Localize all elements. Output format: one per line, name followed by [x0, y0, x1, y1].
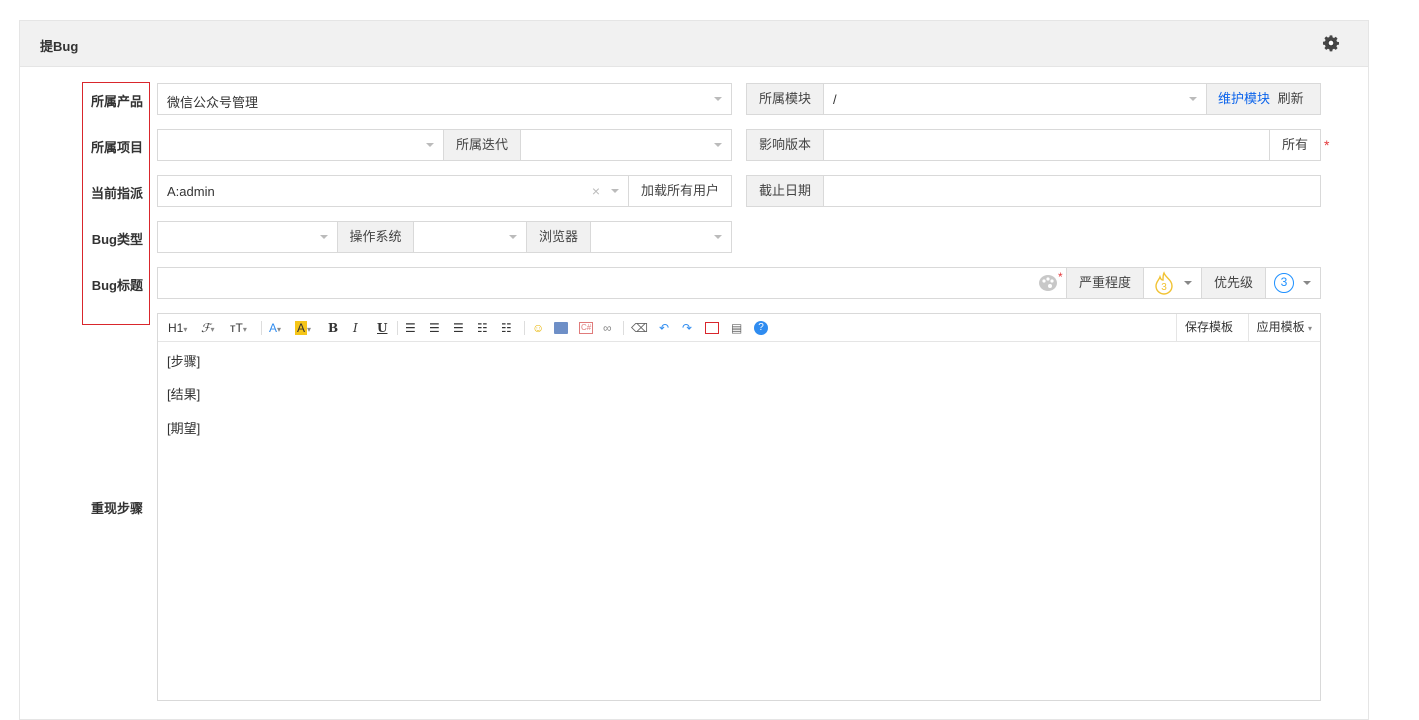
chevron-down-icon	[320, 235, 328, 239]
bug-title-input[interactable]	[157, 267, 1067, 299]
font-family-button[interactable]: ℱ▾	[201, 320, 214, 336]
browser-select[interactable]	[590, 221, 732, 253]
help-icon[interactable]: ?	[754, 321, 768, 335]
editor-line: [结果]	[167, 387, 201, 402]
assign-label: 当前指派	[90, 186, 143, 201]
chevron-down-icon	[509, 235, 517, 239]
align-left-icon[interactable]: ☰	[405, 320, 416, 336]
image-icon[interactable]	[554, 322, 568, 334]
priority-badge: 3	[1274, 273, 1294, 293]
product-value: 微信公众号管理	[167, 95, 259, 110]
priority-select[interactable]: 3	[1265, 267, 1321, 299]
chevron-down-icon	[611, 189, 619, 193]
steps-label: 重现步骤	[90, 501, 143, 516]
bug-type-label: Bug类型	[91, 232, 143, 247]
version-select[interactable]	[823, 129, 1270, 161]
os-select[interactable]	[413, 221, 527, 253]
bug-type-select[interactable]	[157, 221, 338, 253]
bold-button[interactable]: B	[328, 320, 338, 336]
underline-button[interactable]: U	[377, 320, 387, 336]
ordered-list-icon[interactable]: ☷	[477, 320, 488, 336]
bug-title-label: Bug标题	[91, 278, 143, 293]
severity-addon: 严重程度	[1066, 267, 1144, 299]
browser-addon: 浏览器	[526, 221, 591, 253]
chevron-down-icon	[714, 235, 722, 239]
priority-addon: 优先级	[1201, 267, 1266, 299]
assign-select[interactable]: A:admin ×	[157, 175, 629, 207]
load-all-users-button[interactable]: 加载所有用户	[628, 175, 732, 207]
project-select[interactable]	[157, 129, 444, 161]
background-color-button[interactable]: A ▾	[295, 320, 311, 336]
flame-icon: 3	[1155, 271, 1173, 295]
version-all-button[interactable]: 所有	[1269, 129, 1321, 161]
module-addon: 所属模块	[746, 83, 824, 115]
chevron-down-icon	[426, 143, 434, 147]
chevron-down-icon	[1184, 281, 1192, 285]
editor-toolbar: H1▾ ℱ▾ тT▾ A▾ A ▾ B I U ☰ ☰ ☰ ☷ ☷ ☺ C# ∞ …	[158, 314, 1320, 342]
required-mark: *	[1324, 137, 1330, 153]
toolbar-divider	[261, 321, 262, 335]
version-addon: 影响版本	[746, 129, 824, 161]
align-center-icon[interactable]: ☰	[429, 320, 440, 336]
font-color-button[interactable]: A▾	[269, 320, 281, 336]
product-select[interactable]: 微信公众号管理	[157, 83, 732, 115]
product-label: 所属产品	[90, 94, 143, 109]
emoticon-icon[interactable]: ☺	[532, 320, 544, 336]
font-size-button[interactable]: тT▾	[230, 320, 247, 336]
editor-line: [步骤]	[167, 354, 201, 369]
panel-header: 提Bug	[20, 21, 1368, 67]
module-actions: 维护模块 刷新	[1206, 83, 1321, 115]
heading-button[interactable]: H1▾	[168, 320, 187, 336]
redo-icon[interactable]: ↷	[682, 320, 692, 336]
severity-select[interactable]: 3	[1143, 267, 1202, 299]
assign-value: A:admin	[167, 184, 215, 199]
toolbar-divider	[397, 321, 398, 335]
page-title: 提Bug	[40, 39, 79, 54]
steps-editor[interactable]: H1▾ ℱ▾ тT▾ A▾ A ▾ B I U ☰ ☰ ☰ ☷ ☷ ☺ C# ∞ …	[157, 313, 1321, 701]
editor-line: [期望]	[167, 421, 201, 436]
code-icon[interactable]: C#	[579, 322, 594, 334]
unordered-list-icon[interactable]: ☷	[501, 320, 512, 336]
iteration-select[interactable]	[520, 129, 732, 161]
os-addon: 操作系统	[337, 221, 414, 253]
paste-icon[interactable]: ▤	[731, 320, 742, 336]
save-template-button[interactable]: 保存模板	[1175, 314, 1241, 341]
undo-icon[interactable]: ↶	[659, 320, 669, 336]
fullscreen-icon[interactable]	[705, 322, 719, 334]
chevron-down-icon	[714, 143, 722, 147]
clear-icon[interactable]: ×	[592, 183, 600, 199]
chevron-down-icon	[1303, 281, 1311, 285]
color-palette-icon[interactable]	[1038, 274, 1058, 292]
severity-value: 3	[1161, 282, 1167, 293]
italic-button[interactable]: I	[353, 320, 358, 336]
iteration-addon: 所属迭代	[443, 129, 521, 161]
eraser-icon[interactable]: ⌫	[631, 320, 648, 336]
deadline-addon: 截止日期	[746, 175, 824, 207]
toolbar-divider	[623, 321, 624, 335]
project-label: 所属项目	[90, 140, 143, 155]
required-mark: *	[1058, 270, 1063, 284]
toolbar-divider	[524, 321, 525, 335]
maintain-module-link[interactable]: 维护模块	[1218, 91, 1270, 106]
chevron-down-icon	[1189, 97, 1197, 101]
deadline-input[interactable]	[823, 175, 1321, 207]
chevron-down-icon	[714, 97, 722, 101]
gear-icon[interactable]	[1322, 34, 1340, 52]
module-select[interactable]: /	[823, 83, 1207, 115]
align-right-icon[interactable]: ☰	[453, 320, 464, 336]
module-value: /	[833, 92, 837, 107]
link-icon[interactable]: ∞	[603, 320, 612, 336]
refresh-link[interactable]: 刷新	[1278, 91, 1304, 106]
apply-template-button[interactable]: 应用模板 ▾	[1247, 314, 1320, 341]
